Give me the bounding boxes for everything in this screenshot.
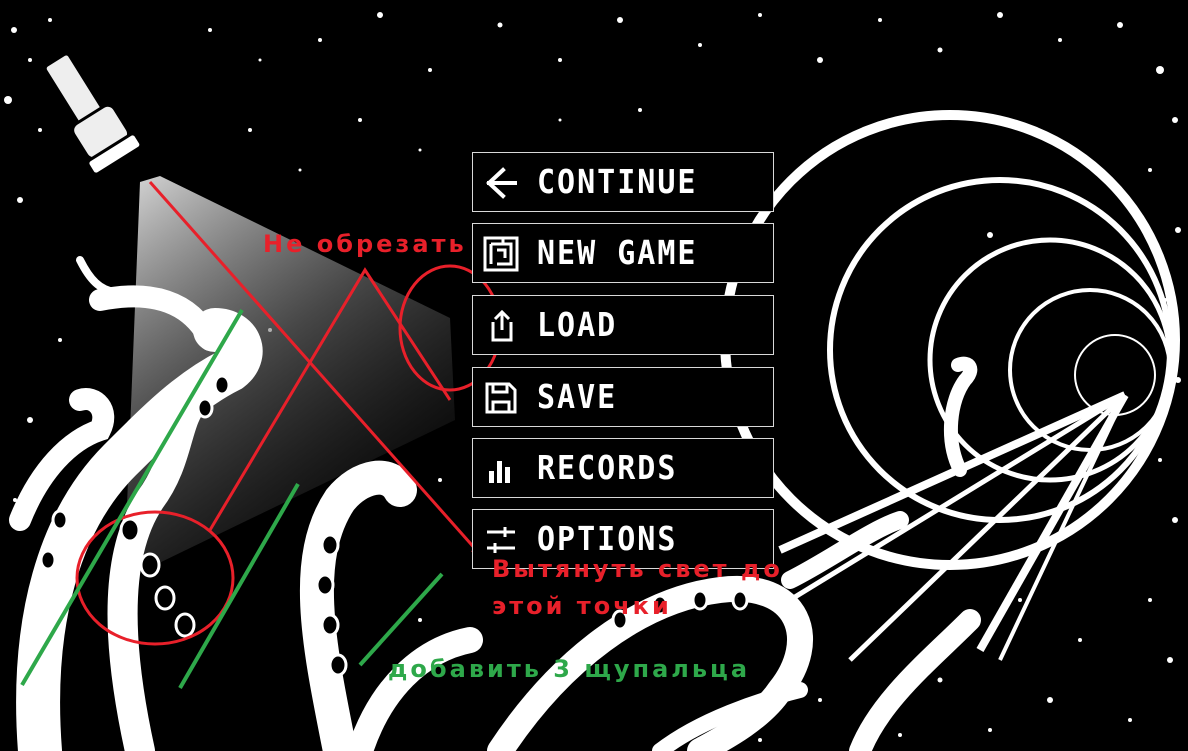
save-button[interactable]: SAVE	[472, 367, 774, 427]
continue-label: CONTINUE	[537, 163, 698, 202]
load-button[interactable]: LOAD	[472, 295, 774, 355]
maze-icon	[483, 236, 519, 272]
records-button[interactable]: RECORDS	[472, 438, 774, 498]
annotation-extend-light-line2: этой точки	[492, 592, 672, 620]
arrow-left-icon	[486, 167, 517, 199]
portal-rings	[720, 110, 1180, 570]
flashlight-icon	[43, 52, 143, 176]
save-label: SAVE	[537, 378, 618, 417]
upload-icon	[491, 309, 513, 342]
save-floppy-icon	[485, 382, 517, 414]
annotation-no-crop: Не обрезать	[263, 230, 467, 258]
new-game-label: NEW GAME	[537, 234, 698, 273]
annotation-extend-light-line1: Вытянуть свет до	[492, 555, 783, 583]
load-label: LOAD	[537, 306, 618, 345]
continue-button[interactable]: CONTINUE	[472, 152, 774, 212]
new-game-button[interactable]: NEW GAME	[472, 223, 774, 283]
records-label: RECORDS	[537, 449, 678, 488]
annotation-add-tentacles: добавить 3 щупальца	[388, 655, 751, 683]
bar-chart-icon	[489, 461, 510, 483]
